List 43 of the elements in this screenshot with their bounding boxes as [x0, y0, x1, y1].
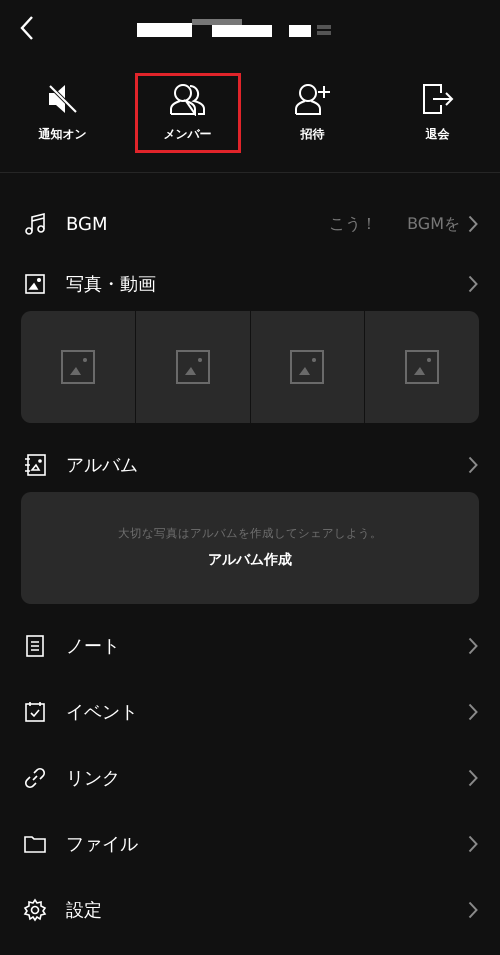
chevron-icon[interactable] — [468, 275, 478, 293]
note-icon — [23, 634, 47, 658]
image-placeholder-icon — [290, 350, 324, 384]
image-placeholder-icon — [176, 350, 210, 384]
action-button[interactable]: 通知オン — [10, 73, 116, 153]
music-note-icon — [23, 212, 47, 236]
image-icon — [23, 272, 47, 296]
section-title[interactable]: ファイル — [66, 832, 138, 856]
section-title[interactable]: 設定 — [66, 898, 102, 922]
chevron-icon[interactable] — [468, 835, 478, 853]
add-person-icon — [294, 82, 332, 116]
section-title[interactable]: BGM — [66, 214, 108, 234]
bgm-ticker-text: こう！ — [329, 214, 378, 234]
chevron-icon[interactable] — [468, 769, 478, 787]
album-hint-text: 大切な写真はアルバムを作成してシェアしよう。 — [118, 526, 382, 540]
chevron-icon[interactable] — [468, 456, 478, 474]
image-placeholder-icon — [405, 350, 440, 384]
photo-thumbnail[interactable] — [136, 311, 250, 423]
photo-thumbnail[interactable] — [21, 311, 135, 423]
bgm-ticker-text: BGMを — [407, 214, 460, 234]
photo-thumbnail[interactable] — [250, 311, 364, 423]
action-button[interactable]: 招待 — [260, 73, 366, 153]
section-title[interactable]: アルバム — [66, 453, 138, 477]
calendar-icon — [23, 700, 47, 724]
section-title[interactable]: イベント — [66, 700, 138, 724]
chevron-icon[interactable] — [468, 637, 478, 655]
chevron-icon[interactable] — [468, 901, 478, 919]
section-title[interactable]: ノート — [66, 634, 120, 658]
settings-icon — [23, 898, 47, 922]
action-button[interactable]: メンバー — [134, 73, 240, 153]
link-icon — [23, 766, 47, 790]
chevron-icon[interactable] — [468, 215, 478, 233]
section-title[interactable]: リンク — [66, 766, 120, 790]
section-title[interactable]: 写真・動画 — [66, 272, 156, 296]
album-icon — [23, 453, 47, 477]
back-icon[interactable] — [19, 15, 35, 41]
members-icon — [168, 82, 206, 116]
image-placeholder-icon — [60, 350, 95, 384]
chevron-icon[interactable] — [468, 703, 478, 721]
photo-thumbnail[interactable] — [365, 311, 479, 423]
create-album-button[interactable]: アルバム作成 — [204, 548, 296, 570]
action-button[interactable]: 退会 — [384, 73, 490, 153]
exit-icon — [420, 82, 454, 116]
